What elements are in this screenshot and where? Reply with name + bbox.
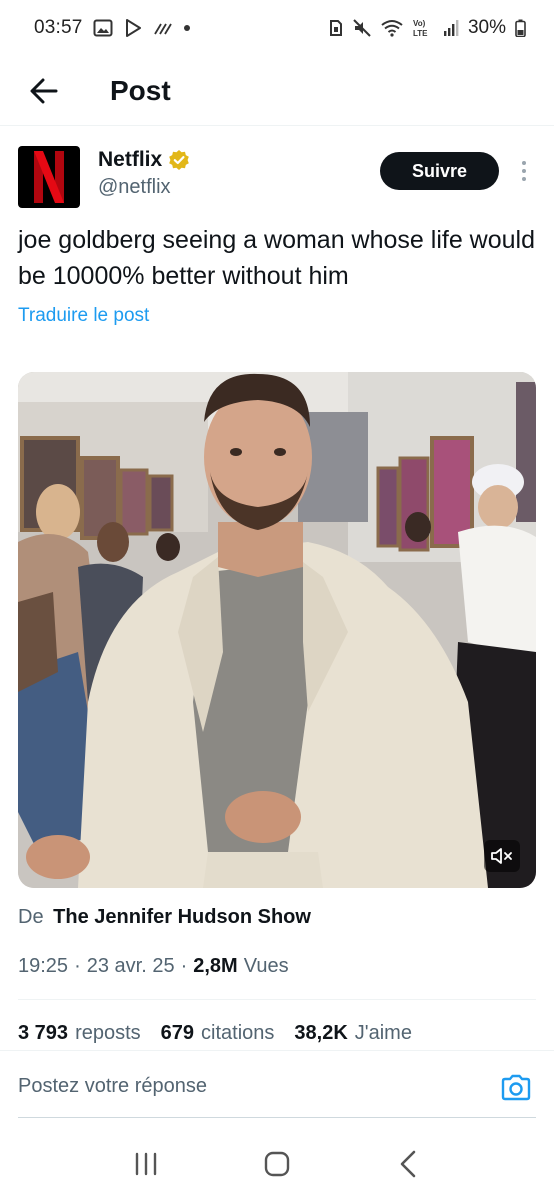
likes-count: 38,2K <box>294 1022 348 1044</box>
quotes-label: citations <box>201 1022 275 1044</box>
recent-apps-button[interactable] <box>116 1139 176 1189</box>
volte-icon: Vo) LTE <box>412 18 434 38</box>
post-time[interactable]: 19:25 <box>18 955 68 978</box>
sim-icon <box>329 19 343 37</box>
reply-input[interactable]: Postez votre réponse <box>18 1075 207 1098</box>
reply-bar: Postez votre réponse <box>0 1050 554 1120</box>
status-left: 03:57 <box>34 17 191 39</box>
dot-icon <box>183 24 191 32</box>
reply-underline <box>18 1117 536 1118</box>
source-name-link[interactable]: The Jennifer Hudson Show <box>53 906 311 928</box>
video-frame-image <box>18 372 536 888</box>
avatar[interactable] <box>18 146 80 208</box>
post-header: Post <box>0 56 554 126</box>
status-bar: 03:57 Vo) LTE 30% <box>0 0 554 56</box>
recent-apps-icon <box>135 1152 156 1176</box>
more-dot-icon <box>522 169 526 173</box>
meta-separator: · <box>74 955 81 977</box>
post-meta: 19:25 · 23 avr. 25 · 2,8M Vues <box>18 955 289 978</box>
back-arrow-icon <box>30 78 58 103</box>
speaker-muted-icon <box>491 848 512 864</box>
author-names: Netflix @netflix <box>98 146 190 199</box>
system-nav-bar <box>0 1128 554 1200</box>
home-button[interactable] <box>247 1139 307 1189</box>
views-count: 2,8M <box>193 955 238 977</box>
home-icon <box>264 1151 290 1177</box>
reposts-label: reposts <box>75 1022 141 1044</box>
back-chevron-icon <box>401 1150 416 1178</box>
more-options-button[interactable] <box>512 156 536 186</box>
likes-label: J'aime <box>354 1022 412 1044</box>
page-title: Post <box>110 74 171 106</box>
battery-icon <box>515 19 526 37</box>
status-time: 03:57 <box>34 17 83 38</box>
views-label: Vues <box>243 955 289 977</box>
back-nav-button[interactable] <box>378 1139 438 1189</box>
reposts-stat[interactable]: 3 793 reposts <box>18 1022 141 1045</box>
cell-signal-icon <box>443 19 459 37</box>
handle[interactable]: @netflix <box>98 176 190 199</box>
likes-stat[interactable]: 38,2K J'aime <box>294 1022 412 1045</box>
display-name-row: Netflix <box>98 146 190 174</box>
gallery-notification-icon <box>93 19 113 37</box>
netflix-logo-icon <box>34 151 64 203</box>
engagement-stats: 3 793 reposts 679 citations 38,2K J'aime <box>18 1022 412 1045</box>
status-right: Vo) LTE 30% <box>329 17 526 39</box>
battery-percent: 30% <box>467 17 506 38</box>
more-dot-icon <box>522 161 526 165</box>
follow-button[interactable]: Suivre <box>380 152 499 190</box>
signal-notification-icon <box>153 20 173 36</box>
camera-button[interactable] <box>500 1073 532 1103</box>
more-dot-icon <box>522 177 526 181</box>
translate-post-link[interactable]: Traduire le post <box>18 305 149 327</box>
mute-toggle-button[interactable] <box>484 840 520 872</box>
post-date[interactable]: 23 avr. 25 <box>87 955 175 978</box>
quotes-count: 679 <box>160 1022 195 1044</box>
reposts-count: 3 793 <box>18 1022 69 1044</box>
source-prefix: De <box>18 906 44 928</box>
verified-badge-icon <box>169 150 189 170</box>
post-video[interactable] <box>18 372 536 888</box>
wifi-icon <box>381 19 403 37</box>
mute-status-icon <box>352 18 372 38</box>
quotes-stat[interactable]: 679 citations <box>161 1022 275 1045</box>
back-button[interactable] <box>22 69 66 113</box>
post-text: joe goldberg seeing a woman whose life w… <box>18 226 535 290</box>
author-row: Netflix @netflix Suivre <box>18 146 536 210</box>
video-source: De The Jennifer Hudson Show <box>18 906 311 929</box>
display-name[interactable]: Netflix <box>98 148 162 172</box>
svg-text:LTE: LTE <box>413 29 428 38</box>
svg-text:Vo): Vo) <box>413 19 426 28</box>
play-notification-icon <box>123 18 143 38</box>
divider <box>18 999 536 1000</box>
camera-icon <box>501 1074 531 1101</box>
meta-separator: · <box>180 955 188 977</box>
